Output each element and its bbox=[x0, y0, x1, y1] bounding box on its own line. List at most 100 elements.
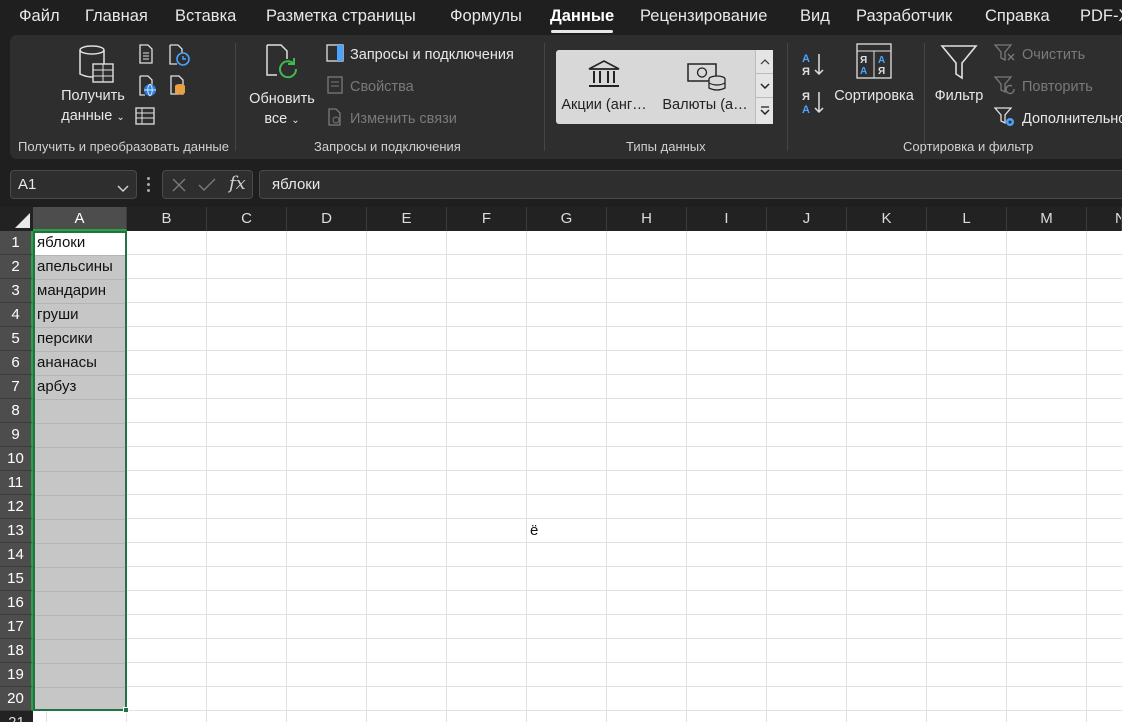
row-header-21[interactable]: 21 bbox=[0, 711, 33, 722]
tab-review[interactable]: Рецензирование bbox=[640, 7, 767, 26]
select-all-corner[interactable] bbox=[0, 207, 33, 231]
column-header-i[interactable]: I bbox=[687, 207, 767, 231]
selection-row-line bbox=[35, 639, 125, 640]
queries-connections-button[interactable]: Запросы и подключения bbox=[326, 44, 514, 66]
column-header-c[interactable]: C bbox=[207, 207, 287, 231]
more-options-icon[interactable] bbox=[147, 177, 151, 195]
enter-check-icon[interactable] bbox=[198, 177, 216, 193]
chevron-down-icon[interactable] bbox=[117, 180, 129, 197]
name-box[interactable]: A1 bbox=[10, 170, 137, 199]
row-header-18[interactable]: 18 bbox=[0, 639, 33, 663]
row-header-16[interactable]: 16 bbox=[0, 591, 33, 615]
tab-developer[interactable]: Разработчик bbox=[856, 7, 952, 26]
column-header-j[interactable]: J bbox=[767, 207, 847, 231]
column-header-f[interactable]: F bbox=[447, 207, 527, 231]
group-separator bbox=[544, 43, 545, 151]
row-header-15[interactable]: 15 bbox=[0, 567, 33, 591]
cell-area[interactable] bbox=[33, 231, 1122, 722]
cell-a5[interactable]: персики bbox=[37, 327, 93, 351]
cell-a2[interactable]: апельсины bbox=[37, 255, 113, 279]
row-header-13[interactable]: 13 bbox=[0, 519, 33, 543]
from-table-icon[interactable] bbox=[135, 106, 155, 126]
refresh-all-button[interactable]: Обновить все ⌄ bbox=[244, 89, 320, 131]
row-header-2[interactable]: 2 bbox=[0, 255, 33, 279]
row-header-17[interactable]: 17 bbox=[0, 615, 33, 639]
column-header-l[interactable]: L bbox=[927, 207, 1007, 231]
clear-filter-button[interactable]: Очистить bbox=[993, 44, 1085, 66]
column-header-e[interactable]: E bbox=[367, 207, 447, 231]
stocks-data-type-button[interactable]: Акции (анг… bbox=[556, 50, 652, 124]
column-header-b[interactable]: B bbox=[127, 207, 207, 231]
tab-formulas[interactable]: Формулы bbox=[450, 7, 522, 26]
currencies-label: Валюты (а… bbox=[662, 97, 748, 113]
recent-sources-icon[interactable] bbox=[168, 44, 190, 66]
tab-data[interactable]: Данные bbox=[550, 7, 614, 33]
sort-a-to-z-icon[interactable]: АЯ bbox=[800, 51, 828, 79]
reapply-icon bbox=[993, 75, 1016, 99]
sort-dialog-icon[interactable]: ЯААЯ bbox=[856, 43, 892, 79]
tab-home[interactable]: Главная bbox=[85, 7, 148, 26]
row-header-8[interactable]: 8 bbox=[0, 399, 33, 423]
row-header-5[interactable]: 5 bbox=[0, 327, 33, 351]
fill-handle[interactable] bbox=[123, 707, 129, 713]
filter-button[interactable]: Фильтр bbox=[928, 86, 990, 106]
cell-g13[interactable]: ё bbox=[530, 519, 538, 543]
from-web-icon[interactable] bbox=[137, 75, 157, 97]
tab-help[interactable]: Справка bbox=[985, 7, 1050, 26]
filter-funnel-icon[interactable] bbox=[940, 43, 978, 81]
properties-button[interactable]: Свойства bbox=[326, 76, 414, 98]
tab-file[interactable]: Файл bbox=[19, 7, 60, 26]
column-header-g[interactable]: G bbox=[527, 207, 607, 231]
tab-page-layout[interactable]: Разметка страницы bbox=[266, 7, 416, 26]
currencies-data-type-button[interactable]: Валюты (а… bbox=[657, 50, 753, 124]
refresh-all-icon[interactable] bbox=[263, 43, 305, 85]
row-header-3[interactable]: 3 bbox=[0, 279, 33, 303]
formula-input[interactable]: яблоки bbox=[259, 170, 1122, 199]
row-header-19[interactable]: 19 bbox=[0, 663, 33, 687]
cell-a4[interactable]: груши bbox=[37, 303, 79, 327]
edit-links-button[interactable]: Изменить связи bbox=[326, 108, 457, 130]
column-header-m[interactable]: M bbox=[1007, 207, 1087, 231]
sort-button[interactable]: Сортировка bbox=[828, 86, 920, 106]
row-header-12[interactable]: 12 bbox=[0, 495, 33, 519]
from-text-icon[interactable] bbox=[137, 44, 155, 64]
row-header-14[interactable]: 14 bbox=[0, 543, 33, 567]
row-header-9[interactable]: 9 bbox=[0, 423, 33, 447]
sort-z-to-a-icon[interactable]: ЯА bbox=[800, 89, 828, 117]
reapply-button[interactable]: Повторить bbox=[993, 75, 1093, 99]
row-headers: 123456789101112131415161718192021 bbox=[0, 231, 33, 722]
expand-gallery-icon[interactable] bbox=[756, 98, 773, 122]
column-header-a[interactable]: A bbox=[33, 207, 127, 231]
sort-z-to-a-top-letter: Я bbox=[802, 91, 810, 103]
chevron-down-icon[interactable] bbox=[756, 74, 773, 98]
cell-a7[interactable]: арбуз bbox=[37, 375, 76, 399]
chevron-up-icon[interactable] bbox=[756, 50, 773, 74]
get-data-button[interactable]: Получить данные ⌄ bbox=[55, 86, 131, 128]
cell-a6[interactable]: ананасы bbox=[37, 351, 97, 375]
queries-pane-icon bbox=[326, 44, 344, 66]
advanced-filter-button[interactable]: Дополнительно bbox=[993, 107, 1122, 130]
row-header-20[interactable]: 20 bbox=[0, 687, 33, 711]
column-header-k[interactable]: K bbox=[847, 207, 927, 231]
row-header-4[interactable]: 4 bbox=[0, 303, 33, 327]
insert-function-icon[interactable]: fx bbox=[229, 173, 246, 194]
selection-row-line bbox=[35, 519, 125, 520]
column-header-h[interactable]: H bbox=[607, 207, 687, 231]
row-header-1[interactable]: 1 bbox=[0, 231, 33, 255]
group-separator bbox=[924, 43, 925, 151]
column-header-n[interactable]: N bbox=[1087, 207, 1122, 231]
row-header-11[interactable]: 11 bbox=[0, 471, 33, 495]
tab-insert[interactable]: Вставка bbox=[175, 7, 236, 26]
cell-a3[interactable]: мандарин bbox=[37, 279, 106, 303]
column-header-d[interactable]: D bbox=[287, 207, 367, 231]
existing-connections-icon[interactable] bbox=[168, 75, 188, 97]
row-header-7[interactable]: 7 bbox=[0, 375, 33, 399]
database-table-icon[interactable] bbox=[77, 44, 117, 86]
group-label-queries: Запросы и подключения bbox=[314, 139, 461, 154]
cancel-icon[interactable] bbox=[171, 177, 187, 193]
tab-pdf[interactable]: PDF-X bbox=[1080, 7, 1122, 26]
tab-view[interactable]: Вид bbox=[800, 7, 830, 26]
cell-a1[interactable]: яблоки bbox=[37, 231, 85, 255]
row-header-6[interactable]: 6 bbox=[0, 351, 33, 375]
row-header-10[interactable]: 10 bbox=[0, 447, 33, 471]
